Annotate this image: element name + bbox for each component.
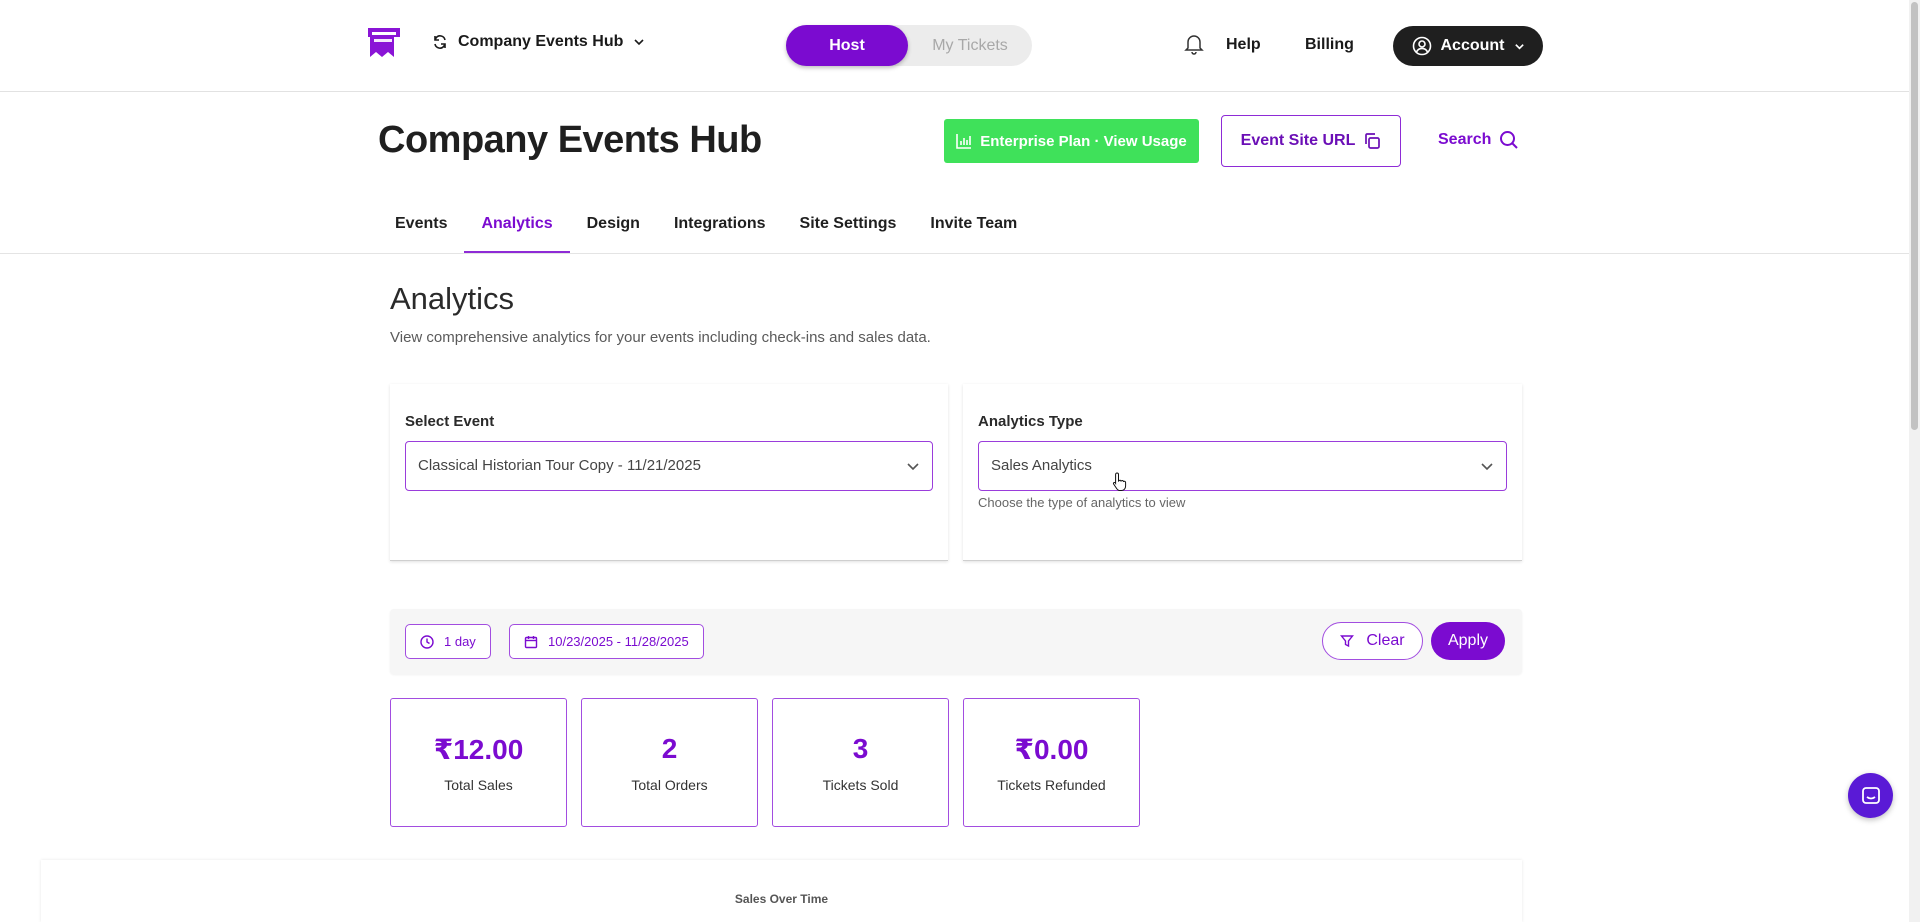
chevron-down-icon (1481, 463, 1493, 471)
apply-button[interactable]: Apply (1431, 622, 1505, 660)
chart-title: Sales Over Time (734, 892, 829, 906)
stat-value: ₹0.00 (1014, 734, 1089, 765)
tab-integrations[interactable]: Integrations (657, 205, 783, 253)
billing-link[interactable]: Billing (1305, 36, 1354, 54)
date-range-chip[interactable]: 10/23/2025 - 11/28/2025 (509, 624, 704, 659)
tab-design[interactable]: Design (570, 205, 657, 253)
stat-caption: Tickets Sold (822, 777, 899, 793)
filter-bar: 1 day 10/23/2025 - 11/28/2025 Clear Appl… (390, 609, 1522, 674)
copy-icon (1365, 133, 1381, 149)
clock-icon (420, 634, 434, 649)
calendar-icon (524, 635, 538, 648)
hub-name: Company Events Hub (458, 33, 624, 50)
chevron-down-icon (1514, 43, 1524, 50)
analytics-type-hint: Choose the type of analytics to view (978, 495, 1186, 510)
interval-label: 1 day (444, 634, 476, 649)
tab-invite-team[interactable]: Invite Team (913, 205, 1034, 253)
stat-caption: Total Sales (444, 777, 513, 793)
stat-card-total-sales: ₹12.00 Total Sales (390, 698, 567, 827)
stat-card-total-orders: 2 Total Orders (581, 698, 758, 827)
stat-value: ₹12.00 (433, 734, 524, 765)
stat-caption: Total Orders (631, 777, 708, 793)
date-range-label: 10/23/2025 - 11/28/2025 (548, 634, 689, 649)
nav-tabs: Events Analytics Design Integrations Sit… (378, 205, 1034, 253)
search-icon (1500, 131, 1519, 149)
analytics-type-card: Analytics Type Sales Analytics Choose th… (963, 384, 1522, 561)
analytics-heading: Analytics (390, 281, 515, 316)
clear-label: Clear (1366, 632, 1405, 649)
page-title: Company Events Hub (378, 119, 762, 161)
bar-chart-icon (956, 134, 972, 149)
select-event-label: Select Event (405, 413, 495, 430)
search-label: Search (1438, 131, 1492, 148)
select-event-card: Select Event Classical Historian Tour Co… (390, 384, 948, 561)
stat-card-tickets-sold: 3 Tickets Sold (772, 698, 949, 827)
select-event-dropdown[interactable]: Classical Historian Tour Copy - 11/21/20… (405, 441, 933, 491)
mode-host-button[interactable]: Host (786, 25, 908, 66)
chat-icon (1861, 786, 1880, 804)
event-site-url-label: Event Site URL (1240, 132, 1356, 149)
analytics-type-value: Sales Analytics (991, 457, 1092, 474)
filter-icon (1340, 635, 1355, 648)
account-button[interactable]: Account (1393, 26, 1543, 66)
chevron-down-icon (634, 39, 644, 46)
select-event-value: Classical Historian Tour Copy - 11/21/20… (418, 457, 701, 474)
tab-analytics[interactable]: Analytics (464, 205, 570, 253)
chevron-down-icon (907, 463, 919, 471)
analytics-type-dropdown[interactable]: Sales Analytics (978, 441, 1507, 491)
hub-switcher[interactable]: Company Events Hub (432, 33, 645, 51)
interval-chip[interactable]: 1 day (405, 624, 491, 659)
tab-site-settings[interactable]: Site Settings (783, 205, 914, 253)
user-circle-icon (1412, 36, 1431, 56)
stat-caption: Tickets Refunded (997, 777, 1106, 793)
stat-value: 3 (852, 733, 869, 764)
hand-cursor-icon (1112, 472, 1128, 497)
page-scrollbar[interactable] (1909, 0, 1920, 922)
event-site-url-button[interactable]: Event Site URL (1221, 115, 1401, 167)
sales-chart-panel: Sales Over Time (41, 860, 1522, 922)
stat-value: 2 (661, 733, 678, 764)
ticket-logo-icon[interactable] (366, 25, 402, 61)
chat-support-button[interactable] (1848, 773, 1893, 818)
mode-toggle: Host My Tickets (786, 25, 1032, 66)
tab-events[interactable]: Events (378, 205, 464, 253)
tabs-divider (0, 253, 1920, 254)
top-bar: Company Events Hub Host My Tickets Help … (0, 0, 1920, 92)
analytics-subtitle: View comprehensive analytics for your ev… (390, 329, 931, 346)
clear-filters-button[interactable]: Clear (1322, 622, 1423, 660)
scrollbar-thumb[interactable] (1911, 2, 1918, 430)
bell-icon[interactable] (1184, 33, 1204, 60)
search-button[interactable]: Search (1438, 130, 1519, 150)
help-link[interactable]: Help (1226, 36, 1261, 54)
sync-icon (434, 35, 446, 49)
stat-card-tickets-refunded: ₹0.00 Tickets Refunded (963, 698, 1140, 827)
plan-usage-label: Enterprise Plan · View Usage (980, 132, 1187, 150)
account-label: Account (1440, 37, 1505, 54)
mode-tickets-button[interactable]: My Tickets (908, 25, 1032, 66)
plan-usage-button[interactable]: Enterprise Plan · View Usage (944, 119, 1199, 163)
analytics-type-label: Analytics Type (978, 413, 1083, 430)
